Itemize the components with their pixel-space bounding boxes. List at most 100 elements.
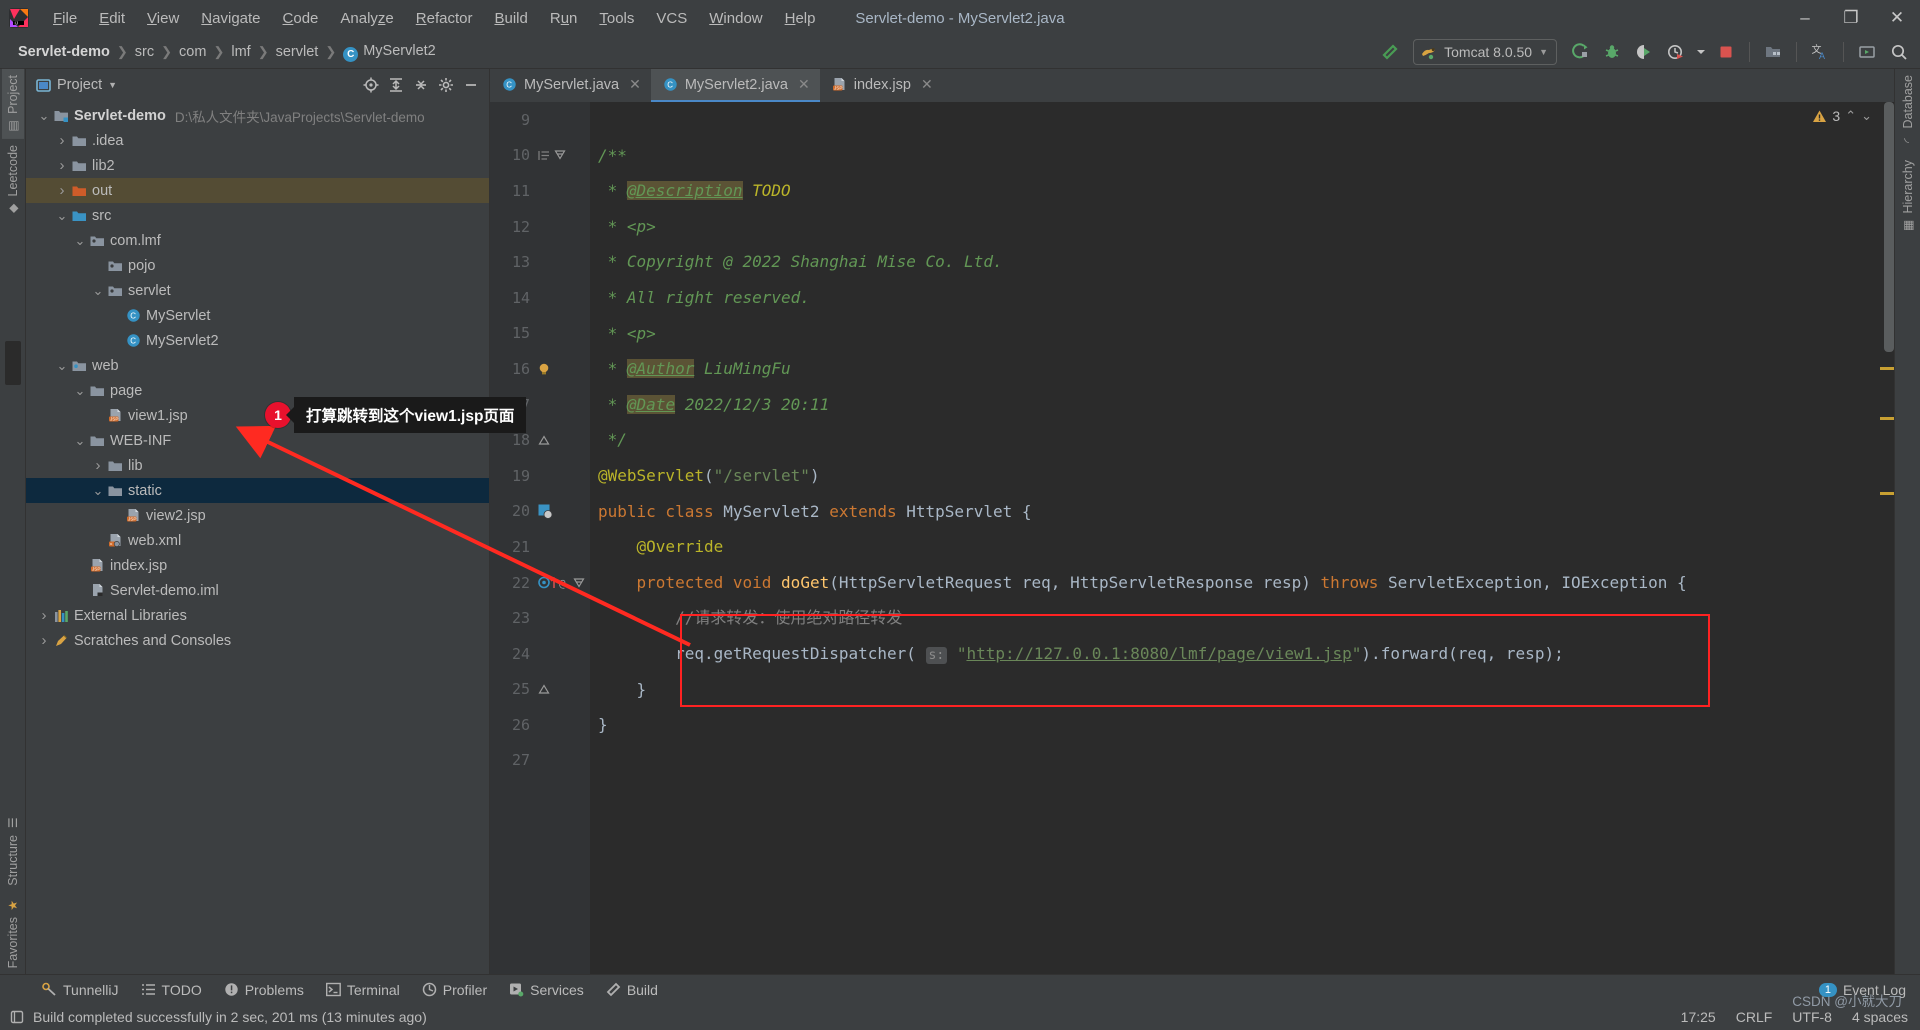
sidebar-item-project[interactable]: ▤ Project [1, 69, 24, 139]
bottom-tab-services[interactable]: Services [499, 979, 594, 1001]
bottom-tab-terminal[interactable]: Terminal [316, 979, 410, 1001]
profiler-clock-icon[interactable] [1661, 39, 1691, 65]
breadcrumb-project[interactable]: Servlet-demo [14, 42, 114, 62]
chevron-down-icon[interactable]: ⌄ [72, 383, 88, 399]
tree-node-page[interactable]: ⌄ page [26, 378, 489, 403]
chevron-down-icon[interactable]: ⌄ [54, 208, 70, 224]
minus-icon[interactable] [459, 73, 483, 97]
chevron-down-icon[interactable]: ⌄ [90, 483, 106, 499]
menu-view[interactable]: View [136, 7, 190, 30]
gutter-line[interactable]: 15 [490, 316, 590, 352]
hammer-icon[interactable] [1375, 39, 1405, 65]
update-folder-icon[interactable] [1758, 39, 1788, 65]
gutter-markers[interactable] [534, 362, 590, 376]
menu-code[interactable]: Code [272, 7, 330, 30]
status-line-separator[interactable]: CRLF [1736, 1009, 1773, 1025]
project-tree[interactable]: ⌄ Servlet-demo D:\私人文件夹\JavaProjects\Servl… [26, 101, 489, 974]
code-line[interactable]: @Override [598, 529, 1880, 565]
menu-navigate[interactable]: Navigate [190, 7, 271, 30]
code-line[interactable]: */ [598, 422, 1880, 458]
bottom-tab-build[interactable]: Build [596, 979, 668, 1001]
close-icon[interactable]: ✕ [798, 76, 810, 93]
tree-node-out[interactable]: › out [26, 178, 489, 203]
expand-all-icon[interactable] [384, 73, 408, 97]
gutter-line[interactable]: 13 [490, 244, 590, 280]
gutter-line[interactable]: 22 @ [490, 565, 590, 601]
chevron-right-icon[interactable]: › [54, 132, 70, 149]
editor-gutter[interactable]: 9 10 11 12 13 14 15 16 17 18 19 20 21 22 @23 24 25 26 27 [490, 102, 590, 974]
gutter-markers[interactable]: @ [534, 575, 590, 590]
gutter-line[interactable]: 20 [490, 494, 590, 530]
code-line[interactable]: * <p> [598, 209, 1880, 245]
status-encoding[interactable]: UTF-8 [1792, 1009, 1832, 1025]
sidebar-item-structure[interactable]: Structure ☰ [2, 810, 24, 892]
chevron-right-icon[interactable]: › [54, 157, 70, 174]
gutter-line[interactable]: 27 [490, 743, 590, 779]
gutter-markers[interactable] [534, 149, 590, 162]
code-line[interactable]: //请求转发：使用绝对路径转发 [598, 600, 1880, 636]
run-button[interactable] [1565, 39, 1595, 65]
chevron-down-icon[interactable]: ⌄ [72, 233, 88, 249]
gutter-line[interactable]: 17 [490, 387, 590, 423]
tree-node-static[interactable]: ⌄ static [26, 478, 489, 503]
sidebar-item-leetcode[interactable]: ◆ Leetcode [2, 139, 24, 221]
gutter-line[interactable]: 10 [490, 138, 590, 174]
tree-node-index-jsp[interactable]: JSP index.jsp [26, 553, 489, 578]
translate-icon[interactable]: 文A [1805, 39, 1835, 65]
code-line[interactable]: /** [598, 138, 1880, 174]
editor-tab-myservlet2-java[interactable]: C MyServlet2.java ✕ [650, 69, 820, 102]
chevron-down-icon[interactable]: ⌄ [90, 283, 106, 299]
gutter-line[interactable]: 11 [490, 173, 590, 209]
minimize-button[interactable]: – [1782, 0, 1828, 36]
bottom-tab-tunnellij[interactable]: TunnelliJ [32, 979, 129, 1001]
chevron-down-icon[interactable]: ⌄ [54, 358, 70, 374]
collapse-all-icon[interactable] [409, 73, 433, 97]
chevron-down-icon[interactable]: ⌄ [72, 433, 88, 449]
code-line[interactable]: } [598, 707, 1880, 743]
bottom-tab-problems[interactable]: Problems [214, 979, 314, 1001]
gutter-line[interactable]: 9 [490, 102, 590, 138]
sidebar-item-database[interactable]: ◜ Database [1897, 69, 1919, 154]
menu-tools[interactable]: Tools [588, 7, 645, 30]
breadcrumb-com[interactable]: com [175, 42, 210, 62]
error-stripe-marker-bar[interactable] [1880, 102, 1894, 974]
menu-window[interactable]: Window [698, 7, 773, 30]
menu-edit[interactable]: Edit [88, 7, 136, 30]
tree-node-servlet[interactable]: ⌄ servlet [26, 278, 489, 303]
tree-node-external-libraries[interactable]: › External Libraries [26, 603, 489, 628]
stop-square-icon[interactable] [1711, 39, 1741, 65]
code-line[interactable]: req.getRequestDispatcher( s: "http://127… [598, 636, 1880, 672]
tree-node-view1-jsp[interactable]: JSP view1.jsp [26, 403, 489, 428]
menu-build[interactable]: Build [483, 7, 538, 30]
chevron-down-icon[interactable]: ▼ [108, 80, 117, 90]
status-indent[interactable]: 4 spaces [1852, 1009, 1908, 1025]
tree-node-lib[interactable]: › lib [26, 453, 489, 478]
chevron-down-icon[interactable]: ⌄ [36, 108, 52, 124]
tree-node--idea[interactable]: › .idea [26, 128, 489, 153]
chevron-right-icon[interactable]: › [54, 182, 70, 199]
menu-analyze[interactable]: Analyze [329, 7, 404, 30]
code-line[interactable]: * @Date 2022/12/3 20:11 [598, 387, 1880, 423]
tree-node-view2-jsp[interactable]: JSP view2.jsp [26, 503, 489, 528]
menu-refactor[interactable]: Refactor [405, 7, 484, 30]
code-line[interactable]: * Copyright @ 2022 Shanghai Mise Co. Ltd… [598, 244, 1880, 280]
code-line[interactable]: protected void doGet(HttpServletRequest … [598, 565, 1880, 601]
editor-tab-myservlet-java[interactable]: C MyServlet.java ✕ [490, 69, 651, 102]
tool-window-handle[interactable] [4, 341, 21, 386]
code-line[interactable]: * @Description TODO [598, 173, 1880, 209]
code-line[interactable]: @WebServlet("/servlet") [598, 458, 1880, 494]
menu-help[interactable]: Help [774, 7, 827, 30]
code-line[interactable]: * @Author LiuMingFu [598, 351, 1880, 387]
close-icon[interactable]: ✕ [921, 76, 933, 93]
code-line[interactable]: public class MyServlet2 extends HttpServ… [598, 494, 1880, 530]
gutter-markers[interactable] [534, 434, 590, 446]
gutter-line[interactable]: 21 [490, 529, 590, 565]
tree-node-servlet-demo[interactable]: ⌄ Servlet-demo D:\私人文件夹\JavaProjects\Servl… [26, 103, 489, 128]
gutter-line[interactable]: 25 [490, 672, 590, 708]
vertical-scrollbar-thumb[interactable] [1884, 102, 1894, 352]
menu-vcs[interactable]: VCS [645, 7, 698, 30]
tree-node-src[interactable]: ⌄ src [26, 203, 489, 228]
code-line[interactable] [598, 743, 1880, 779]
gutter-markers[interactable] [534, 683, 590, 695]
gutter-line[interactable]: 12 [490, 209, 590, 245]
